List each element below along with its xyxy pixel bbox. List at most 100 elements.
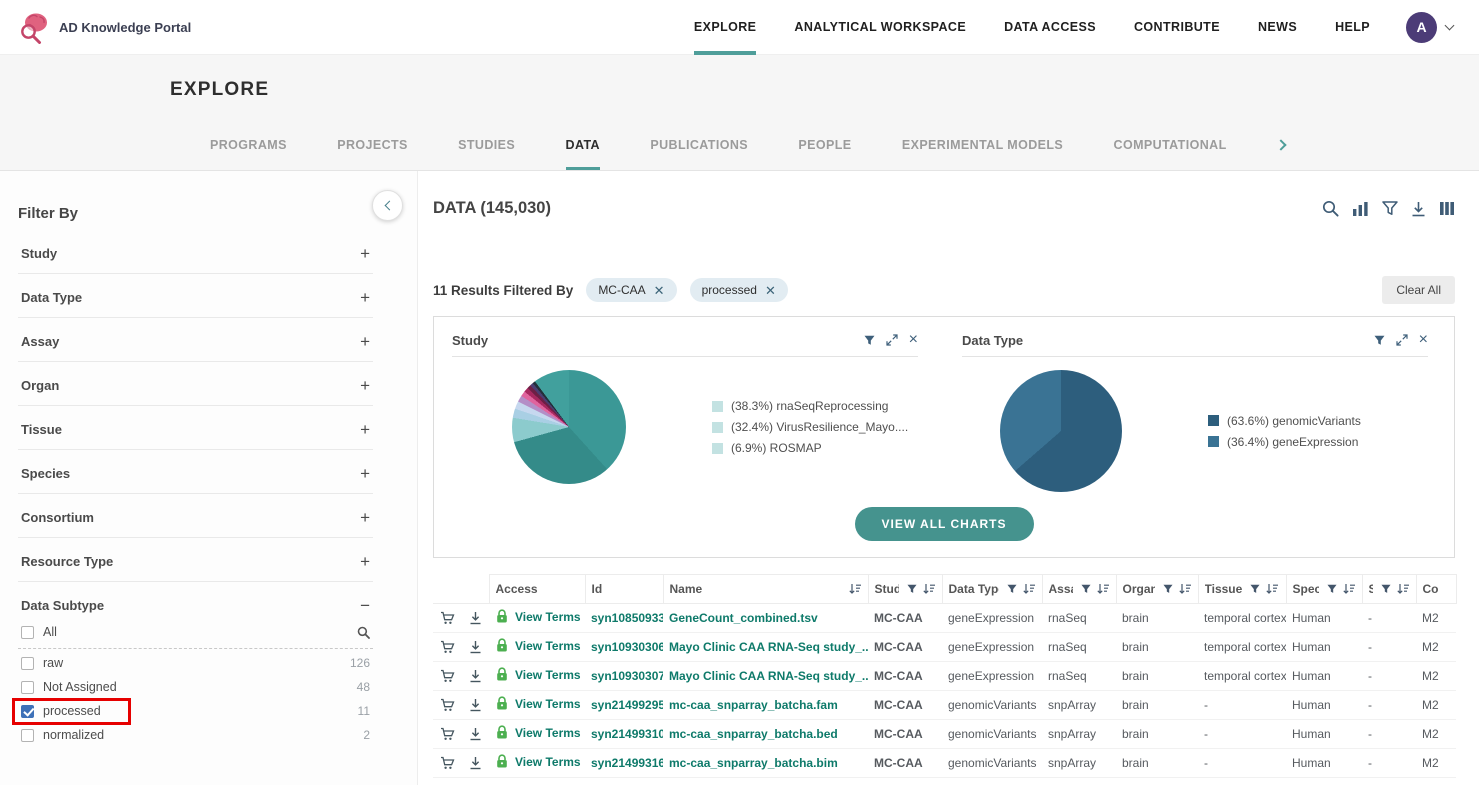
remove-chip-icon[interactable]: ✕: [654, 284, 665, 297]
tab-data[interactable]: DATA: [566, 138, 600, 170]
data-type-pie-chart[interactable]: [1000, 370, 1122, 492]
chart-expand-icon[interactable]: [886, 334, 898, 346]
view-terms-link[interactable]: View Terms: [515, 755, 581, 769]
checkbox-normalized[interactable]: [21, 729, 34, 742]
filter-section-consortium[interactable]: Consortium +: [18, 494, 373, 538]
sort-icon[interactable]: [1396, 583, 1410, 595]
expand-plus-icon[interactable]: +: [360, 553, 370, 570]
synapse-id-link[interactable]: syn10930306: [591, 640, 663, 654]
view-terms-link[interactable]: View Terms: [515, 726, 581, 740]
search-icon[interactable]: [357, 626, 370, 639]
checkbox-processed-checked[interactable]: [21, 705, 34, 718]
filter-section-study[interactable]: Study +: [18, 230, 373, 274]
expand-plus-icon[interactable]: +: [360, 289, 370, 306]
filter-section-data-type[interactable]: Data Type +: [18, 274, 373, 318]
column-header-sex[interactable]: Sex: [1362, 575, 1416, 604]
collapse-minus-icon[interactable]: −: [360, 597, 370, 614]
chart-filter-icon[interactable]: [864, 335, 875, 346]
filter-section-tissue[interactable]: Tissue +: [18, 406, 373, 450]
tab-experimental-models[interactable]: EXPERIMENTAL MODELS: [902, 138, 1063, 170]
filter-icon[interactable]: [1382, 201, 1398, 216]
checkbox-not-assigned[interactable]: [21, 681, 34, 694]
expand-plus-icon[interactable]: +: [360, 509, 370, 526]
column-header-access[interactable]: Access: [489, 575, 585, 604]
tab-projects[interactable]: PROJECTS: [337, 138, 408, 170]
view-terms-link[interactable]: View Terms: [515, 668, 581, 682]
file-name-link[interactable]: mc-caa_snparray_batcha.bim: [669, 756, 838, 770]
nav-data-access[interactable]: DATA ACCESS: [1004, 0, 1096, 55]
sidebar-collapse-button[interactable]: [372, 190, 403, 221]
study-pie-chart[interactable]: [512, 370, 626, 484]
funnel-icon[interactable]: [1163, 584, 1173, 594]
nav-explore[interactable]: EXPLORE: [694, 0, 757, 55]
sort-icon[interactable]: [1265, 583, 1279, 595]
filter-section-species[interactable]: Species +: [18, 450, 373, 494]
expand-plus-icon[interactable]: +: [360, 245, 370, 262]
filter-section-resource-type[interactable]: Resource Type +: [18, 538, 373, 582]
sort-icon[interactable]: [922, 583, 936, 595]
tab-computational[interactable]: COMPUTATIONAL: [1114, 138, 1227, 170]
synapse-id-link[interactable]: syn10850933: [591, 611, 663, 625]
sort-icon[interactable]: [1096, 583, 1110, 595]
column-header-data-type[interactable]: Data Type: [942, 575, 1042, 604]
sort-icon[interactable]: [1178, 583, 1192, 595]
synapse-id-link[interactable]: syn21499310: [591, 727, 663, 741]
clear-all-button[interactable]: Clear All: [1382, 276, 1455, 304]
synapse-id-link[interactable]: syn10930307: [591, 669, 663, 683]
add-to-cart-icon[interactable]: [440, 611, 455, 625]
file-name-link[interactable]: Mayo Clinic CAA RNA-Seq study_...: [669, 640, 868, 654]
expand-plus-icon[interactable]: +: [360, 333, 370, 350]
chart-expand-icon[interactable]: [1396, 334, 1408, 346]
sort-icon[interactable]: [848, 583, 862, 595]
nav-analytical-workspace[interactable]: ANALYTICAL WORKSPACE: [794, 0, 966, 55]
funnel-icon[interactable]: [1327, 584, 1337, 594]
remove-chip-icon[interactable]: ✕: [765, 284, 776, 297]
file-name-link[interactable]: GeneCount_combined.tsv: [669, 611, 818, 625]
column-header-consortium[interactable]: Co: [1416, 575, 1456, 604]
download-icon[interactable]: [1411, 201, 1426, 217]
view-terms-link[interactable]: View Terms: [515, 639, 581, 653]
sort-icon[interactable]: [1022, 583, 1036, 595]
filter-section-organ[interactable]: Organ +: [18, 362, 373, 406]
columns-icon[interactable]: [1439, 201, 1455, 216]
chart-close-icon[interactable]: ×: [909, 334, 918, 347]
tab-publications[interactable]: PUBLICATIONS: [650, 138, 748, 170]
user-menu[interactable]: A: [1406, 12, 1453, 43]
file-name-link[interactable]: mc-caa_snparray_batcha.bed: [669, 727, 838, 741]
column-header-organ[interactable]: Organ: [1116, 575, 1198, 604]
sort-icon[interactable]: [1342, 583, 1356, 595]
filter-option-all[interactable]: All: [18, 620, 373, 649]
expand-plus-icon[interactable]: +: [360, 377, 370, 394]
file-name-link[interactable]: Mayo Clinic CAA RNA-Seq study_...: [669, 669, 868, 683]
expand-plus-icon[interactable]: +: [360, 421, 370, 438]
funnel-icon[interactable]: [1081, 584, 1091, 594]
row-download-icon[interactable]: [469, 698, 482, 712]
tab-programs[interactable]: PROGRAMS: [210, 138, 287, 170]
row-download-icon[interactable]: [469, 640, 482, 654]
filter-chip-processed[interactable]: processed ✕: [690, 278, 788, 302]
synapse-id-link[interactable]: syn21499295: [591, 698, 663, 712]
add-to-cart-icon[interactable]: [440, 756, 455, 770]
nav-help[interactable]: HELP: [1335, 0, 1370, 55]
row-download-icon[interactable]: [469, 669, 482, 683]
column-header-assay[interactable]: Assay: [1042, 575, 1116, 604]
chart-close-icon[interactable]: ×: [1419, 334, 1428, 347]
column-header-tissue[interactable]: Tissue: [1198, 575, 1286, 604]
funnel-icon[interactable]: [907, 584, 917, 594]
add-to-cart-icon[interactable]: [440, 640, 455, 654]
file-name-link[interactable]: mc-caa_snparray_batcha.fam: [669, 698, 838, 712]
checkbox-raw[interactable]: [21, 657, 34, 670]
filter-option-raw[interactable]: raw 126: [18, 651, 373, 675]
funnel-icon[interactable]: [1381, 584, 1391, 594]
view-terms-link[interactable]: View Terms: [515, 610, 581, 624]
view-terms-link[interactable]: View Terms: [515, 697, 581, 711]
search-icon[interactable]: [1322, 200, 1339, 217]
filter-option-normalized[interactable]: normalized 2: [18, 723, 373, 747]
funnel-icon[interactable]: [1007, 584, 1017, 594]
chart-filter-icon[interactable]: [1374, 335, 1385, 346]
tab-studies[interactable]: STUDIES: [458, 138, 515, 170]
checkbox-all[interactable]: [21, 626, 34, 639]
tabs-overflow-chevron-right-icon[interactable]: [1277, 136, 1285, 170]
add-to-cart-icon[interactable]: [440, 698, 455, 712]
avatar[interactable]: A: [1406, 12, 1437, 43]
